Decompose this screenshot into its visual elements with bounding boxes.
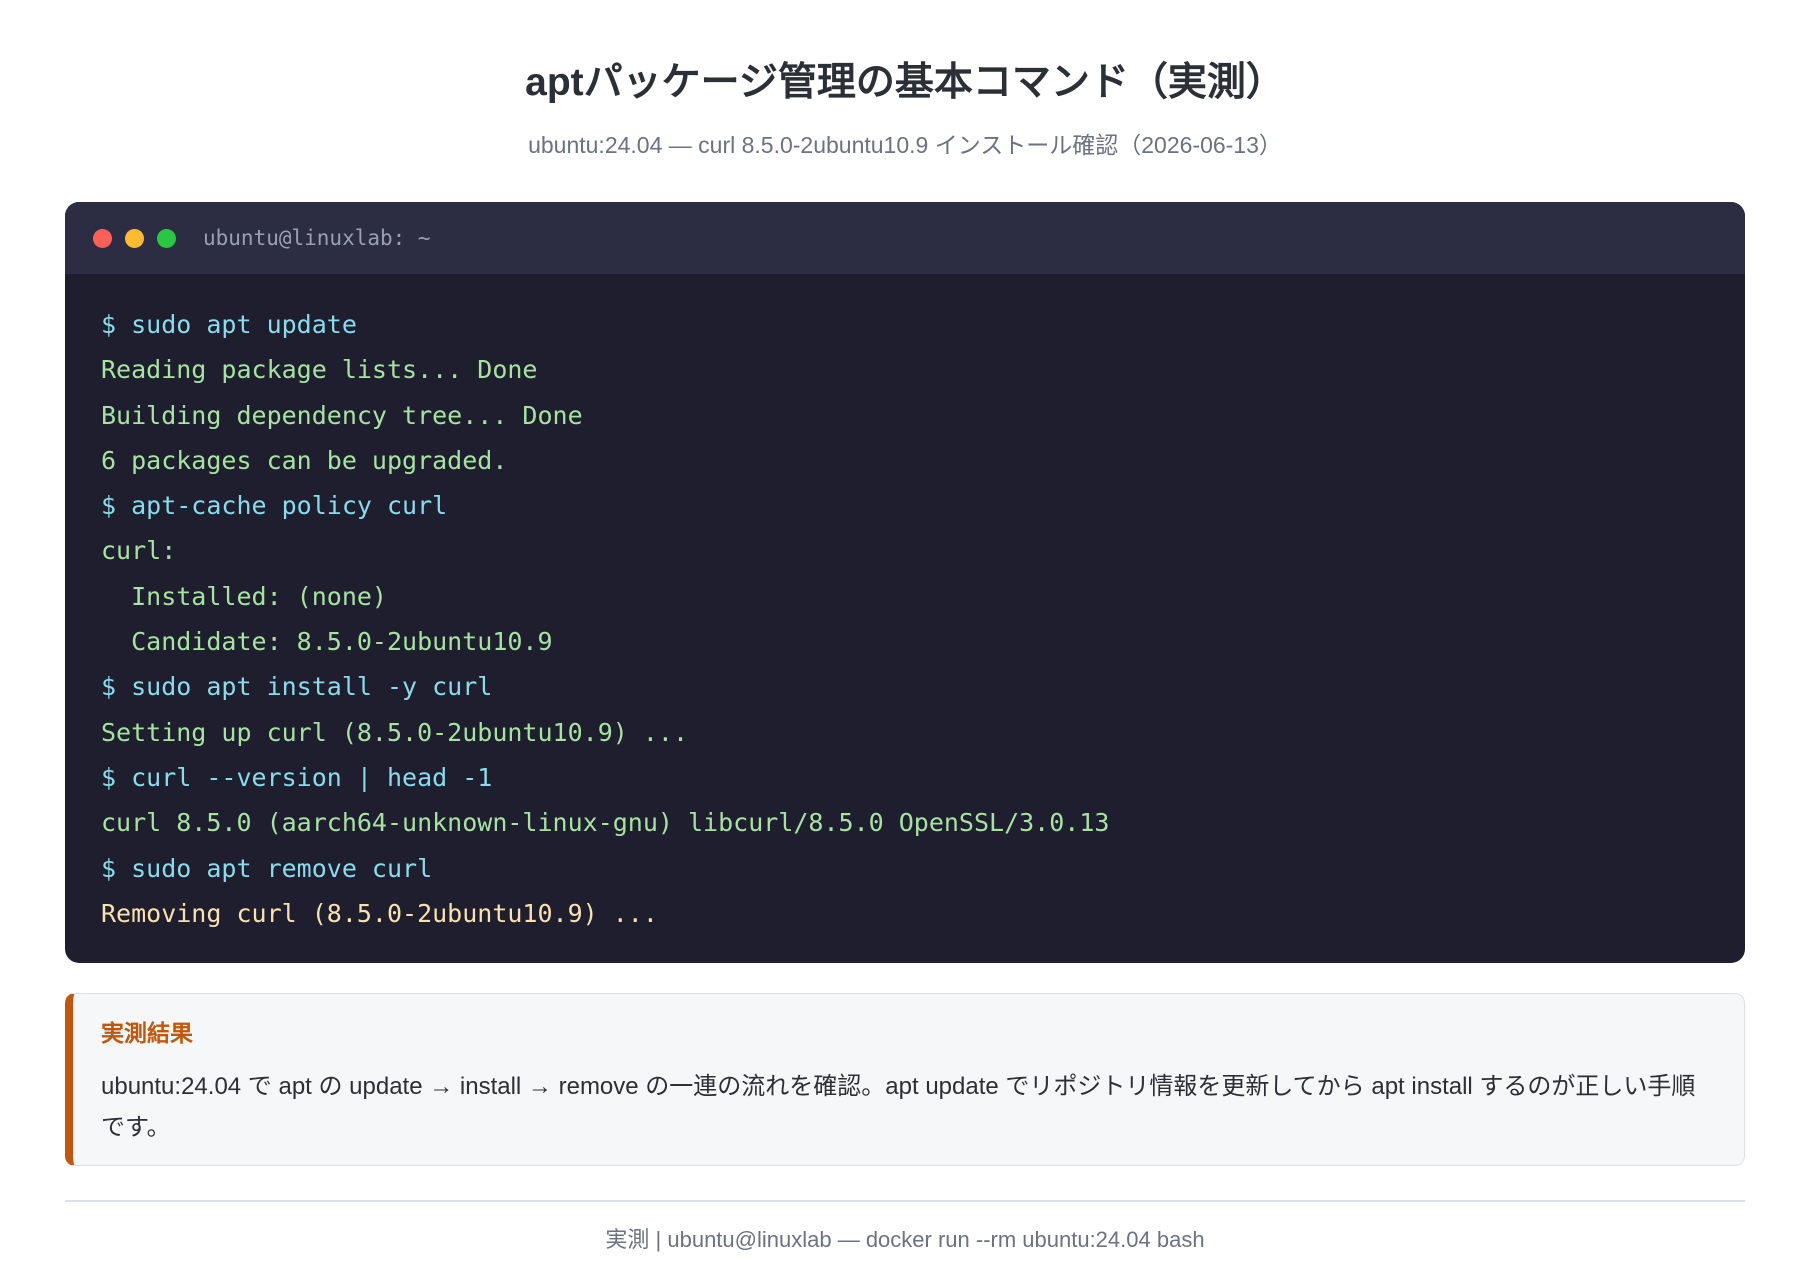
- maximize-window-icon[interactable]: [157, 228, 176, 248]
- result-text: ubuntu:24.04 で apt の update → install → …: [101, 1073, 1696, 1141]
- terminal-title-bar: ubuntu@linuxlab: ~: [65, 202, 1745, 274]
- terminal-output-line: Reading package lists... Done: [101, 355, 538, 385]
- close-window-icon[interactable]: [93, 228, 112, 248]
- page: aptパッケージ管理の基本コマンド（実測） ubuntu:24.04 — cur…: [65, 0, 1745, 1256]
- page-title: aptパッケージ管理の基本コマンド（実測）: [525, 61, 1285, 104]
- terminal-command-line: $ sudo apt install -y curl: [101, 672, 493, 702]
- terminal-command-line: $ sudo apt remove curl: [101, 853, 433, 883]
- terminal-output-line: curl 8.5.0 (aarch64-unknown-linux-gnu) l…: [101, 808, 1110, 838]
- terminal-output-line: curl:: [101, 536, 177, 566]
- terminal-output-line: Removing curl (8.5.0-2ubuntu10.9) ...: [101, 898, 658, 928]
- terminal-window: ubuntu@linuxlab: ~ $ sudo apt update Read…: [65, 202, 1745, 963]
- terminal-output-line: Candidate: 8.5.0-2ubuntu10.9: [101, 627, 553, 657]
- terminal-command-line: $ sudo apt update: [101, 310, 357, 339]
- terminal-output: $ sudo apt update Reading package lists..…: [65, 274, 1745, 936]
- terminal-output-line: Setting up curl (8.5.0-2ubuntu10.9) ...: [101, 717, 688, 747]
- page-subtitle: ubuntu:24.04 — curl 8.5.0-2ubuntu10.9 イン…: [528, 132, 1282, 158]
- terminal-output-line: Building dependency tree... Done: [101, 400, 583, 430]
- terminal-title: ubuntu@linuxlab: ~: [203, 226, 431, 250]
- terminal-command-line: $ curl --version | head -1: [101, 762, 493, 792]
- minimize-window-icon[interactable]: [125, 228, 144, 248]
- footer-text: 実測 | ubuntu@linuxlab — docker run --rm u…: [605, 1226, 1205, 1252]
- terminal-output-line: 6 packages can be upgraded.: [101, 445, 508, 475]
- terminal-command-line: $ apt-cache policy curl: [101, 491, 448, 521]
- terminal-output-line: Installed: (none): [101, 581, 387, 611]
- result-callout: 実測結果 ubuntu:24.04 で apt の update → insta…: [65, 993, 1745, 1166]
- footer-divider: [65, 1200, 1745, 1202]
- result-title: 実測結果: [101, 1020, 193, 1046]
